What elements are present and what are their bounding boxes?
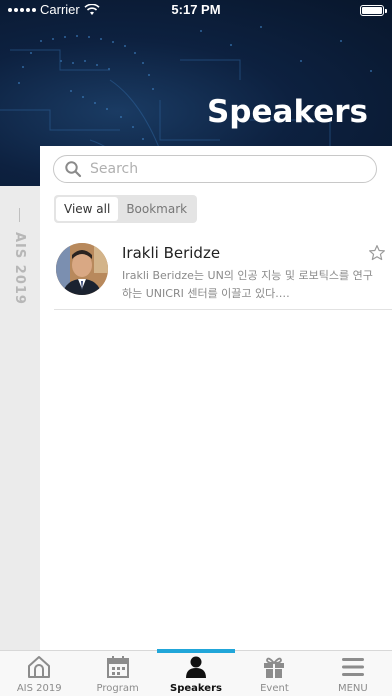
search-box[interactable]	[53, 155, 377, 183]
page-title: Speakers	[206, 94, 368, 130]
tab-speakers[interactable]: Speakers	[156, 649, 236, 696]
search-icon	[65, 161, 82, 178]
bookmark-star-icon[interactable]	[368, 244, 386, 262]
home-icon	[28, 656, 51, 678]
gift-icon	[264, 657, 285, 678]
tab-ais-2019[interactable]: AIS 2019	[0, 651, 78, 696]
speaker-avatar	[56, 243, 108, 295]
speaker-list-item[interactable]: Irakli Beridze Irakli Beridze는 UN의 인공 지능…	[54, 234, 392, 310]
speakers-panel: View all Bookmark Irakli Beridze Irakli …	[40, 146, 392, 650]
menu-icon	[341, 658, 364, 676]
search-input[interactable]	[88, 160, 352, 178]
tab-event[interactable]: Event	[235, 651, 313, 696]
side-label-text: AIS 2019	[12, 232, 27, 305]
person-icon	[186, 656, 207, 678]
tab-label: AIS 2019	[16, 683, 62, 694]
tab-label: Program	[96, 683, 139, 694]
filter-bookmark[interactable]: Bookmark	[118, 197, 195, 221]
status-bar: Carrier 5:17 PM	[0, 0, 392, 20]
tab-label: Speakers	[170, 683, 222, 694]
tab-menu[interactable]: MENU	[314, 651, 392, 696]
calendar-icon	[106, 656, 129, 678]
tab-program[interactable]: Program	[78, 651, 156, 696]
speaker-description: Irakli Beridze는 UN의 인공 지능 및 로보틱스를 연구하는 U…	[122, 269, 373, 300]
filter-view-all[interactable]: View all	[56, 197, 119, 221]
filter-segmented-control: View all Bookmark	[54, 195, 198, 223]
tab-label: Event	[260, 683, 289, 694]
bottom-tab-bar: AIS 2019 Program Speakers Event MENU	[0, 649, 392, 696]
speaker-photo	[56, 243, 108, 295]
side-divider	[19, 208, 20, 222]
status-time: 5:17 PM	[171, 2, 221, 17]
side-label: AIS 2019	[12, 208, 27, 305]
speaker-name: Irakli Beridze	[122, 244, 221, 262]
battery-icon	[360, 5, 387, 16]
tab-label: MENU	[337, 683, 368, 694]
